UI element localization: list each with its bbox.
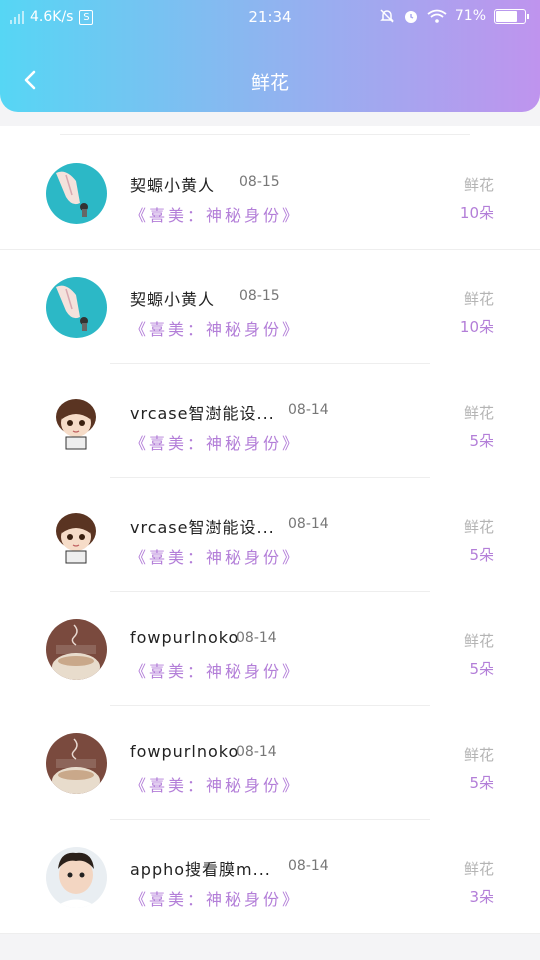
record-date: 08-14 [288, 516, 329, 532]
list-item[interactable]: appho搜看膜m... 08-14 《喜美：神秘身份》 鲜花 3朵 [0, 820, 540, 934]
list-item[interactable]: 契螈小黄人 08-15 《喜美：神秘身份》 鲜花 10朵 [0, 136, 540, 250]
flower-count: 5朵 [469, 546, 494, 564]
user-name: vrcase智澍能设... [130, 518, 275, 537]
user-name: 契螈小黄人 [130, 176, 216, 195]
flower-record-list: 契螈小黄人 08-15 《喜美：神秘身份》 鲜花 10朵 契螈小黄人 08-15… [0, 126, 540, 934]
gift-title[interactable]: 《喜美：神秘身份》 [130, 772, 301, 796]
battery-icon [494, 8, 529, 24]
gift-title[interactable]: 《喜美：神秘身份》 [130, 544, 301, 568]
wifi-icon [427, 9, 447, 23]
avatar [46, 163, 107, 224]
flower-count: 5朵 [469, 774, 494, 792]
list-item[interactable]: 契螈小黄人 08-15 《喜美：神秘身份》 鲜花 10朵 [0, 250, 540, 364]
list-item[interactable]: fowpurlnoko 08-14 《喜美：神秘身份》 鲜花 5朵 [0, 706, 540, 820]
nav-bar: 鲜花 [0, 60, 540, 100]
record-date: 08-15 [239, 288, 280, 304]
flower-count: 5朵 [469, 432, 494, 450]
flower-label: 鲜花 [463, 290, 494, 308]
status-bar: 4.6K/s S 21:34 71% [0, 0, 540, 36]
avatar [46, 505, 107, 566]
record-date: 08-14 [288, 858, 329, 874]
user-name: vrcase智澍能设... [130, 404, 275, 423]
flower-count: 3朵 [469, 888, 494, 906]
avatar [46, 733, 107, 794]
divider [0, 933, 540, 934]
alarm-icon [404, 11, 417, 23]
gift-title[interactable]: 《喜美：神秘身份》 [130, 658, 301, 682]
avatar [46, 619, 107, 680]
flower-count: 10朵 [459, 318, 494, 336]
record-date: 08-14 [288, 402, 329, 418]
flower-label: 鲜花 [463, 176, 494, 194]
avatar [46, 847, 107, 908]
flower-label: 鲜花 [463, 404, 494, 422]
header: 4.6K/s S 21:34 71% 鲜花 [0, 0, 540, 112]
record-date: 08-14 [236, 630, 277, 646]
avatar [46, 391, 107, 452]
user-name: appho搜看膜m... [130, 860, 271, 879]
gift-title[interactable]: 《喜美：神秘身份》 [130, 202, 301, 226]
user-name: 契螈小黄人 [130, 290, 216, 309]
gift-title[interactable]: 《喜美：神秘身份》 [130, 886, 301, 910]
divider [60, 134, 470, 135]
avatar [46, 277, 107, 338]
mute-bell-icon [380, 9, 394, 23]
battery-percent: 71% [454, 8, 486, 24]
flower-count: 5朵 [469, 660, 494, 678]
list-item[interactable]: fowpurlnoko 08-14 《喜美：神秘身份》 鲜花 5朵 [0, 592, 540, 706]
flower-label: 鲜花 [463, 518, 494, 536]
flower-label: 鲜花 [463, 746, 494, 764]
flower-count: 10朵 [459, 204, 494, 222]
list-item[interactable]: vrcase智澍能设... 08-14 《喜美：神秘身份》 鲜花 5朵 [0, 478, 540, 592]
record-date: 08-14 [236, 744, 277, 760]
page-title: 鲜花 [250, 72, 289, 94]
user-name: fowpurlnoko [130, 628, 240, 647]
list-item[interactable]: vrcase智澍能设... 08-14 《喜美：神秘身份》 鲜花 5朵 [0, 364, 540, 478]
flower-label: 鲜花 [463, 860, 494, 878]
user-name: fowpurlnoko [130, 742, 240, 761]
flower-label: 鲜花 [463, 632, 494, 650]
record-date: 08-15 [239, 174, 280, 190]
gift-title[interactable]: 《喜美：神秘身份》 [130, 316, 301, 340]
gift-title[interactable]: 《喜美：神秘身份》 [130, 430, 301, 454]
